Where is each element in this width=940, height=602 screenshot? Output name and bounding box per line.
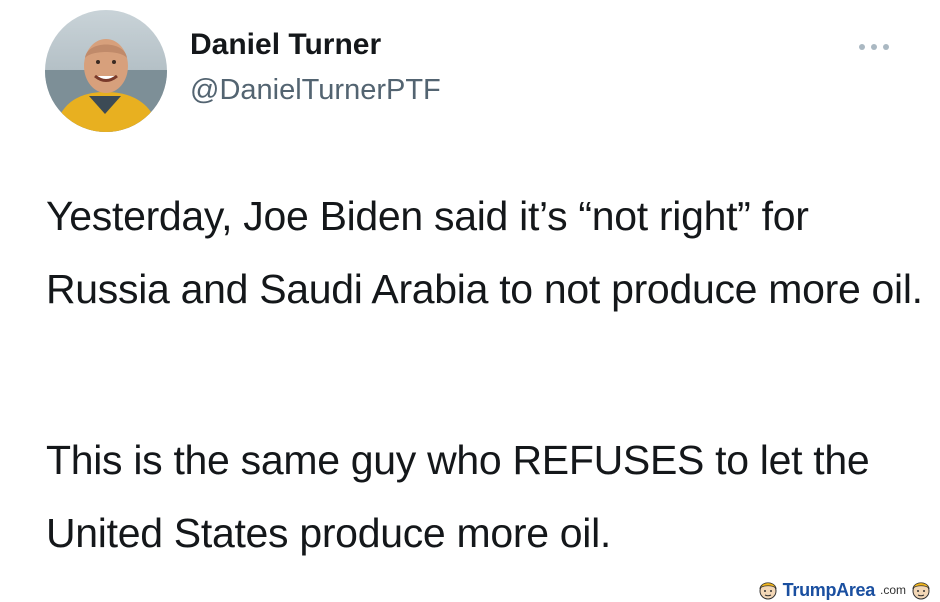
tweet-text-paragraph: This is the same guy who REFUSES to let …	[46, 437, 870, 556]
watermark-suffix: .com	[879, 583, 906, 597]
watermark-brand: TrumpArea	[782, 579, 876, 600]
mascot-face-icon	[758, 582, 777, 600]
author-name[interactable]: Daniel Turner	[190, 28, 381, 62]
author-handle[interactable]: @DanielTurnerPTF	[190, 74, 441, 107]
more-options-icon[interactable]	[856, 40, 892, 54]
tweet-text-paragraph: Yesterday, Joe Biden said it’s “not righ…	[46, 193, 923, 312]
profile-photo-icon	[45, 10, 167, 132]
avatar[interactable]	[45, 10, 167, 132]
tweet-card: Daniel Turner @DanielTurnerPTF Yesterday…	[0, 0, 940, 602]
mascot-face-icon	[912, 582, 930, 600]
watermark: TrumpArea .com	[757, 578, 932, 602]
